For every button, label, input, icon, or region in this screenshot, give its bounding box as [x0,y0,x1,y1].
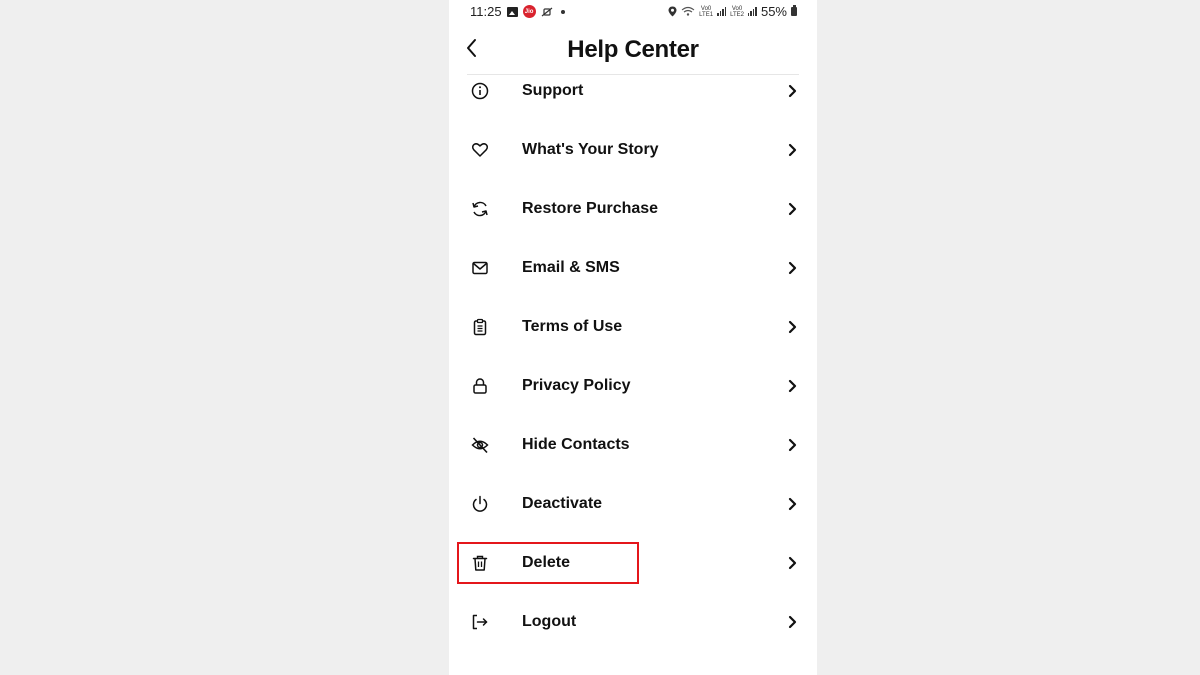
help-menu: Support What's Your Story Restore Purcha… [449,62,817,652]
eye-off-icon [471,436,489,454]
battery-percent: 55% [760,4,787,19]
heart-icon [471,141,489,159]
menu-item-whats-your-story[interactable]: What's Your Story [449,121,817,180]
menu-item-support[interactable]: Support [449,62,817,121]
menu-item-label: Support [522,82,584,99]
chevron-right-icon [787,142,797,158]
location-icon [668,6,677,17]
power-icon [471,495,489,513]
menu-item-terms-of-use[interactable]: Terms of Use [449,298,817,357]
status-time: 11:25 [470,4,502,19]
clipboard-icon [471,318,489,336]
menu-item-restore-purchase[interactable]: Restore Purchase [449,180,817,239]
menu-item-label: Email & SMS [522,259,620,276]
volte-lte2-signal-icon: Vo0 LTE2 [730,5,744,18]
mail-icon [471,259,489,277]
lock-icon [471,377,489,395]
menu-item-label: Hide Contacts [522,436,630,453]
signal-bars-2 [747,7,757,16]
wifi-icon [681,6,695,17]
trash-icon [471,554,489,572]
menu-item-privacy-policy[interactable]: Privacy Policy [449,357,817,416]
info-icon [471,82,489,100]
menu-item-label: What's Your Story [522,141,659,158]
menu-item-label: Restore Purchase [522,200,659,217]
menu-item-logout[interactable]: Logout [449,593,817,652]
menu-item-deactivate[interactable]: Deactivate [449,475,817,534]
menu-item-hide-contacts[interactable]: Hide Contacts [449,416,817,475]
chevron-right-icon [787,496,797,512]
refresh-icon [471,200,489,218]
battery-icon [791,5,797,16]
jio-icon: Jio [522,5,536,18]
chevron-right-icon [787,614,797,630]
page-title: Help Center [567,36,699,63]
vibrate-off-icon [541,7,553,17]
volte-lte1-signal-icon: Vo0 LTE1 [699,5,714,18]
chevron-right-icon [787,319,797,335]
signal-bars-1 [717,7,727,16]
chevron-right-icon [787,378,797,394]
notification-dot [560,9,565,14]
menu-item-email-sms[interactable]: Email & SMS [449,239,817,298]
chevron-right-icon [787,260,797,276]
menu-item-label: Logout [522,613,577,630]
menu-item-label: Delete [522,554,571,571]
chevron-right-icon [787,555,797,571]
menu-item-label: Privacy Policy [522,377,631,394]
menu-item-label: Deactivate [522,495,603,512]
menu-item-delete[interactable]: Delete [449,534,817,593]
logout-icon [471,613,489,631]
chevron-right-icon [787,83,797,99]
chevron-right-icon [787,437,797,453]
status-bar: 11:25 Jio Vo0 LTE1 Vo0 LTE2 55% [449,0,817,24]
gallery-icon [506,6,518,17]
menu-item-label: Terms of Use [522,318,623,335]
chevron-right-icon [787,201,797,217]
phone-screen: 11:25 Jio Vo0 LTE1 Vo0 LTE2 55% Help Cen… [449,0,817,675]
